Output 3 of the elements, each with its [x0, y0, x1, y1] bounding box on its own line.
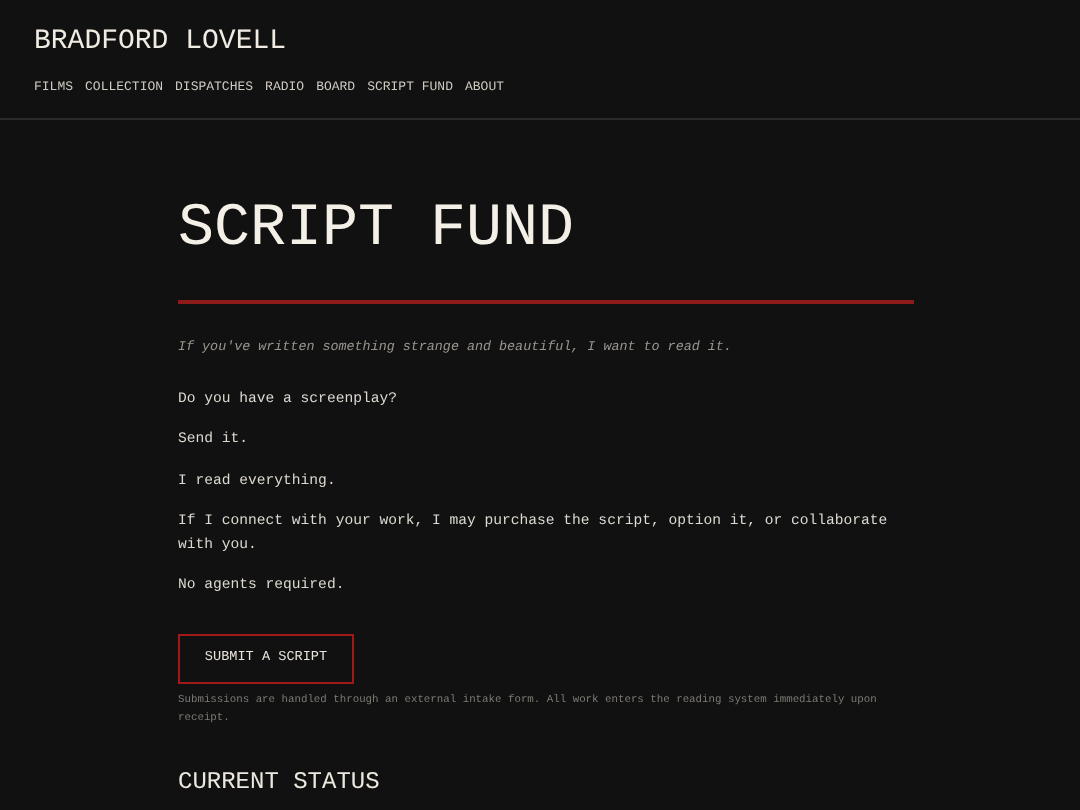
page-title: SCRIPT FUND	[178, 194, 577, 266]
site-title[interactable]: BRADFORD LOVELL	[34, 26, 1080, 58]
section-heading: CURRENT STATUS	[178, 769, 382, 795]
